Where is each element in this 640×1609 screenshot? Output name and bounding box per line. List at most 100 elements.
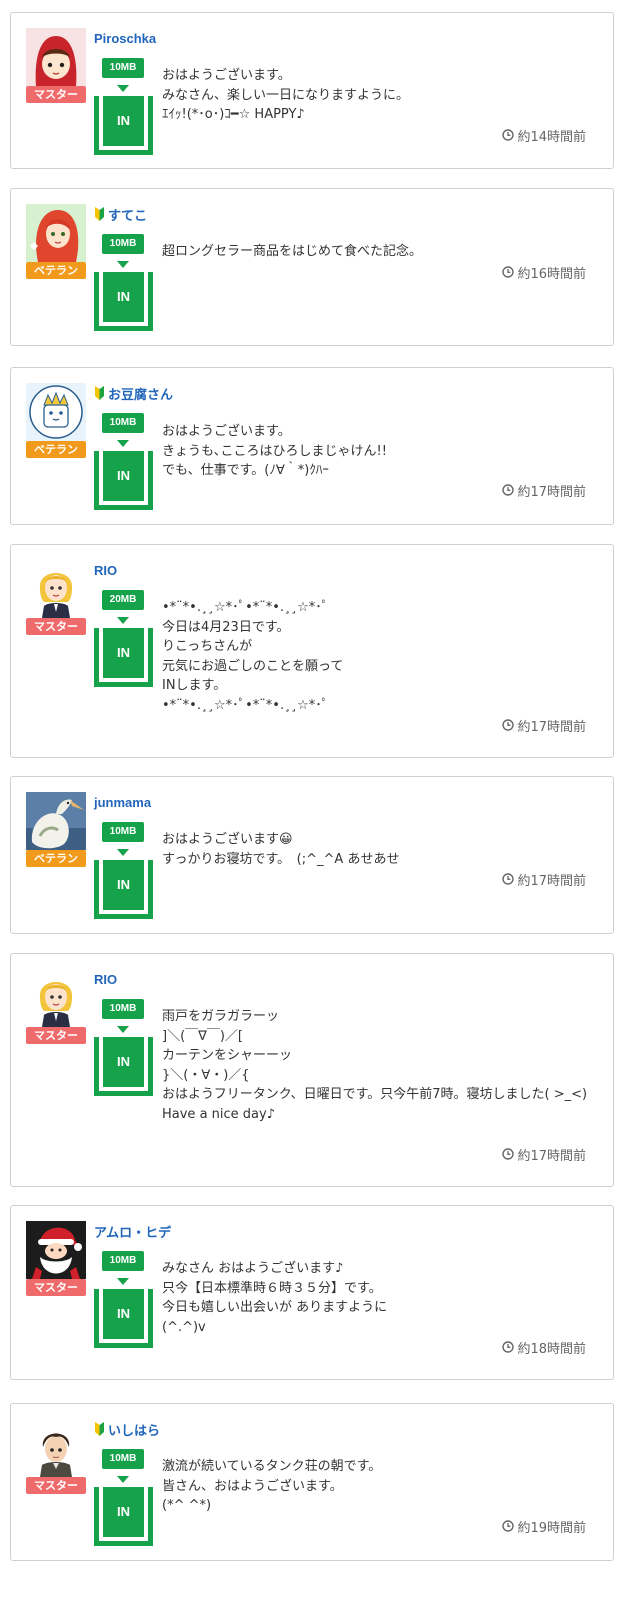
avatar-block: マスター	[26, 28, 86, 103]
user-name-row: Piroschka	[94, 29, 156, 47]
clock-icon	[502, 484, 514, 496]
avatar-block: マスター	[26, 1419, 86, 1494]
user-name-row: junmama	[94, 793, 151, 811]
post-message: おはようございます。 みなさん、楽しい一日になりますように。 ｴｲｯ!(*･o･…	[162, 66, 592, 125]
rank-badge: ベテラン	[26, 262, 86, 279]
pelican-photo-avatar[interactable]	[26, 792, 86, 850]
avatar-block: マスター	[26, 560, 86, 635]
message-line: 今日も嬉しい出会いが ありますように	[162, 1300, 388, 1315]
rank-badge: マスター	[26, 86, 86, 103]
time-label: 約18時間前	[517, 1341, 586, 1357]
rank-badge: マスター	[26, 1477, 86, 1494]
time-label: 約17時間前	[517, 719, 586, 735]
username-link[interactable]: RIO	[94, 972, 117, 987]
user-name-row: いしはら	[94, 1420, 160, 1438]
in-button[interactable]: IN	[94, 451, 153, 510]
user-name-row: すてこ	[94, 205, 147, 223]
avatar-block: ベテラン	[26, 792, 86, 867]
avatar-block: ベテラン	[26, 383, 86, 458]
message-line: カーテンをシャーーッ	[162, 1048, 293, 1063]
in-button[interactable]: IN	[94, 96, 153, 155]
time-label: 約17時間前	[517, 1148, 586, 1164]
in-button[interactable]: IN	[94, 1487, 153, 1546]
post-message: •*¨*•.¸¸☆*･ﾟ•*¨*•.¸¸☆*･ﾟ 今日は4月23日です。 りこっ…	[162, 598, 592, 715]
message-line: (^.^)v	[162, 1319, 206, 1335]
clock-icon	[502, 719, 514, 731]
in-button-label: IN	[103, 860, 144, 910]
post-time: 約17時間前	[502, 717, 586, 735]
post-card: ベテラン お豆腐さん 10MB IN おはようございます。 きょうも､こころはひ…	[10, 367, 614, 525]
size-badge: 10MB	[102, 1449, 144, 1469]
in-button[interactable]: IN	[94, 272, 153, 331]
red-hood-girl-avatar[interactable]	[26, 28, 86, 86]
message-line: 元気にお過ごしのことを願って	[162, 658, 344, 674]
in-button-label: IN	[103, 96, 144, 146]
post-message: 激流が続いているタンク荘の朝です。 皆さん、おはようございます。 (*^ ^*)	[162, 1457, 592, 1516]
down-arrow-icon	[117, 85, 129, 92]
user-name-row: アムロ・ヒデ	[94, 1222, 171, 1240]
post-card: ベテラン junmama 10MB IN おはようございます😀 すっかりお寝坊で…	[10, 776, 614, 934]
post-card: マスター いしはら 10MB IN 激流が続いているタンク荘の朝です。 皆さん、…	[10, 1403, 614, 1561]
crown-mascot-avatar[interactable]	[26, 383, 86, 441]
clock-icon	[502, 129, 514, 141]
in-button[interactable]: IN	[94, 1289, 153, 1348]
blonde-woman-avatar[interactable]	[26, 560, 86, 618]
in-button-label: IN	[103, 1289, 144, 1339]
username-link[interactable]: すてこ	[108, 205, 147, 224]
post-time: 約17時間前	[502, 871, 586, 889]
down-arrow-icon	[117, 1278, 129, 1285]
username-link[interactable]: RIO	[94, 563, 117, 578]
time-label: 約19時間前	[517, 1520, 586, 1536]
down-arrow-icon	[117, 1476, 129, 1483]
in-button-label: IN	[103, 1487, 144, 1537]
user-name-row: RIO	[94, 561, 117, 579]
time-label: 約17時間前	[517, 484, 586, 500]
username-link[interactable]: アムロ・ヒデ	[94, 1222, 171, 1241]
in-button-label: IN	[103, 628, 144, 678]
clock-icon	[502, 1341, 514, 1353]
in-button[interactable]: IN	[94, 1037, 153, 1096]
username-link[interactable]: junmama	[94, 795, 151, 810]
message-line: (*^ ^*)	[162, 1498, 212, 1513]
beginner-mark-icon	[94, 1422, 105, 1436]
rank-badge: マスター	[26, 1279, 86, 1296]
dark-hair-man-avatar[interactable]	[26, 1419, 86, 1477]
avatar-block: マスター	[26, 1221, 86, 1296]
user-name-row: RIO	[94, 970, 117, 988]
message-line: おはようございます😀	[162, 832, 293, 847]
message-line: おはようフリータンク、日曜日です。只今午前7時。寝坊しました( >_<)	[162, 1087, 588, 1102]
down-arrow-icon	[117, 1026, 129, 1033]
in-button[interactable]: IN	[94, 628, 153, 687]
beginner-mark-icon	[94, 386, 105, 400]
size-badge: 10MB	[102, 822, 144, 842]
santa-claus-avatar[interactable]	[26, 1221, 86, 1279]
post-card: マスター RIO 20MB IN •*¨*•.¸¸☆*･ﾟ•*¨*•.¸¸☆*･…	[10, 544, 614, 758]
username-link[interactable]: お豆腐さん	[108, 384, 173, 403]
message-line: 超ロングセラー商品をはじめて食べた記念。	[162, 244, 423, 259]
time-label: 約17時間前	[517, 873, 586, 889]
down-arrow-icon	[117, 617, 129, 624]
clock-icon	[502, 266, 514, 278]
down-arrow-icon	[117, 849, 129, 856]
in-button[interactable]: IN	[94, 860, 153, 919]
message-line: •*¨*•.¸¸☆*･ﾟ•*¨*•.¸¸☆*･ﾟ	[162, 697, 329, 713]
message-line: INします。	[162, 678, 227, 693]
blonde-woman-avatar[interactable]	[26, 969, 86, 1027]
post-card: マスター アムロ・ヒデ 10MB IN みなさん おはようございます♪ 只今【日…	[10, 1205, 614, 1380]
clock-icon	[502, 873, 514, 885]
size-badge: 20MB	[102, 590, 144, 610]
message-line: Have a nice day♪	[162, 1106, 276, 1122]
post-card: ベテラン すてこ 10MB IN 超ロングセラー商品をはじめて食べた記念。 約1…	[10, 188, 614, 346]
time-label: 約14時間前	[517, 129, 586, 145]
post-time: 約16時間前	[502, 264, 586, 282]
in-button-label: IN	[103, 451, 144, 501]
red-hair-girl-avatar[interactable]	[26, 204, 86, 262]
clock-icon	[502, 1520, 514, 1532]
message-line: みなさん おはようございます♪	[162, 1261, 344, 1276]
beginner-mark-icon	[94, 207, 105, 221]
size-badge: 10MB	[102, 413, 144, 433]
post-time: 約19時間前	[502, 1518, 586, 1536]
post-time: 約17時間前	[502, 1146, 586, 1164]
username-link[interactable]: いしはら	[108, 1420, 160, 1439]
username-link[interactable]: Piroschka	[94, 31, 156, 46]
